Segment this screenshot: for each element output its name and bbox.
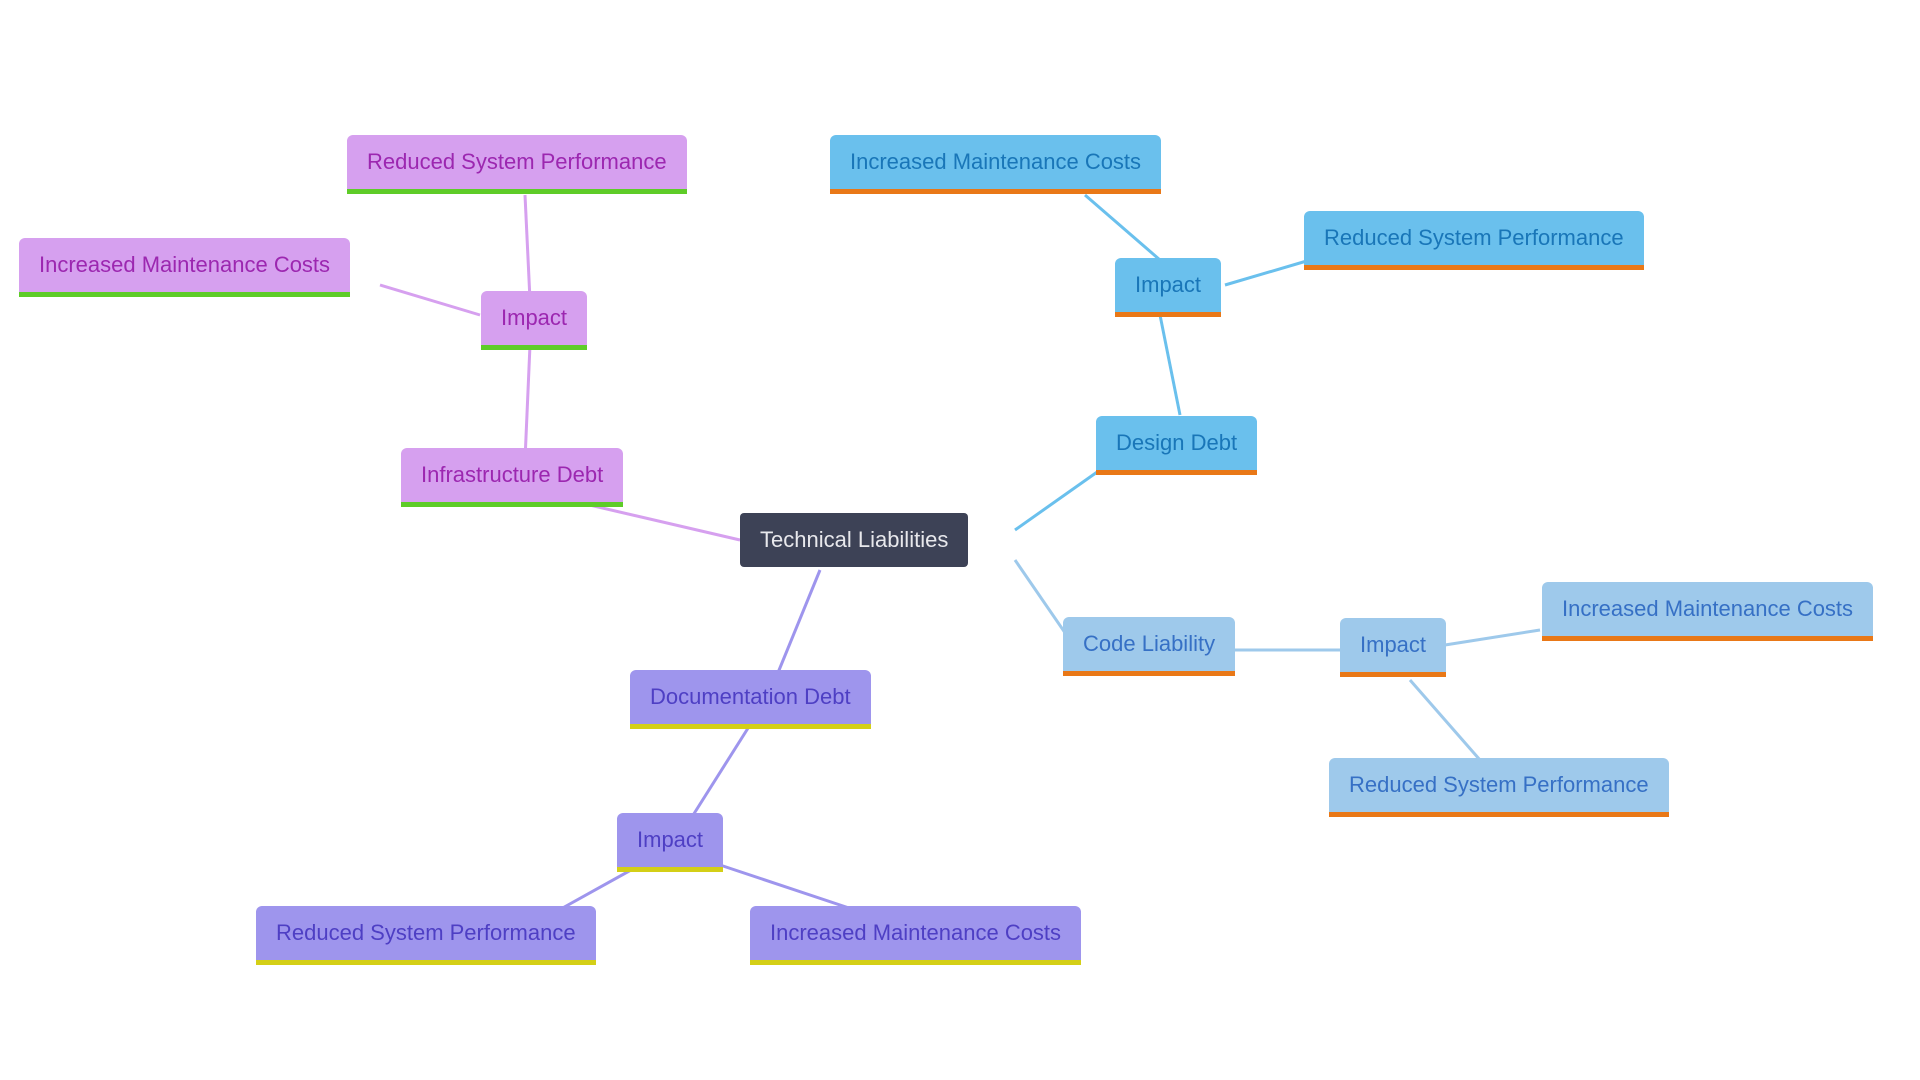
code-item2-node: Reduced System Performance bbox=[1329, 758, 1669, 817]
infrastructure-item2-node: Increased Maintenance Costs bbox=[19, 238, 350, 297]
documentation-node: Documentation Debt bbox=[630, 670, 871, 729]
infrastructure-label: Infrastructure Debt bbox=[421, 462, 603, 487]
documentation-item1-node: Reduced System Performance bbox=[256, 906, 596, 965]
design-impact-node: Impact bbox=[1115, 258, 1221, 317]
design-impact-label: Impact bbox=[1135, 272, 1201, 297]
documentation-impact-node: Impact bbox=[617, 813, 723, 872]
code-node: Code Liability bbox=[1063, 617, 1235, 676]
infrastructure-impact-label: Impact bbox=[501, 305, 567, 330]
infrastructure-item2-label: Increased Maintenance Costs bbox=[39, 252, 330, 277]
infrastructure-item1-label: Reduced System Performance bbox=[367, 149, 667, 174]
design-node: Design Debt bbox=[1096, 416, 1257, 475]
root-node: Technical Liabilities bbox=[740, 513, 968, 567]
infrastructure-item1-node: Reduced System Performance bbox=[347, 135, 687, 194]
design-item1-node: Increased Maintenance Costs bbox=[830, 135, 1161, 194]
code-item1-label: Increased Maintenance Costs bbox=[1562, 596, 1853, 621]
documentation-label: Documentation Debt bbox=[650, 684, 851, 709]
documentation-item1-label: Reduced System Performance bbox=[276, 920, 576, 945]
infrastructure-node: Infrastructure Debt bbox=[401, 448, 623, 507]
design-item2-node: Reduced System Performance bbox=[1304, 211, 1644, 270]
code-impact-node: Impact bbox=[1340, 618, 1446, 677]
code-item1-node: Increased Maintenance Costs bbox=[1542, 582, 1873, 641]
documentation-impact-label: Impact bbox=[637, 827, 703, 852]
design-item2-label: Reduced System Performance bbox=[1324, 225, 1624, 250]
code-impact-label: Impact bbox=[1360, 632, 1426, 657]
design-label: Design Debt bbox=[1116, 430, 1237, 455]
root-label: Technical Liabilities bbox=[760, 527, 948, 552]
documentation-item2-label: Increased Maintenance Costs bbox=[770, 920, 1061, 945]
code-label: Code Liability bbox=[1083, 631, 1215, 656]
design-item1-label: Increased Maintenance Costs bbox=[850, 149, 1141, 174]
infrastructure-impact-node: Impact bbox=[481, 291, 587, 350]
documentation-item2-node: Increased Maintenance Costs bbox=[750, 906, 1081, 965]
code-item2-label: Reduced System Performance bbox=[1349, 772, 1649, 797]
